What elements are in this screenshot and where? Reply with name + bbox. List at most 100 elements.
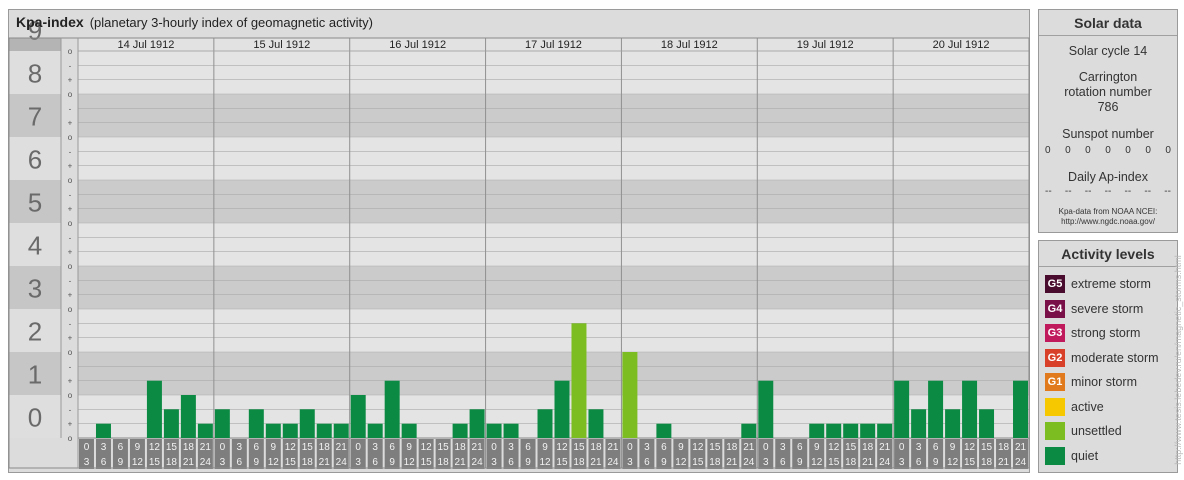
activity-label: extreme storm	[1071, 277, 1151, 291]
date-label: 16 Jul 1912	[389, 39, 446, 51]
hour-end-label: 15	[149, 457, 161, 468]
hour-start-label: 18	[319, 442, 331, 453]
hour-start-label: 21	[1015, 442, 1027, 453]
activity-level-row: quiet	[1045, 446, 1098, 466]
activity-label: unsettled	[1071, 424, 1122, 438]
activity-label: quiet	[1071, 448, 1099, 463]
activity-swatch	[1045, 422, 1065, 440]
hour-start-label: 9	[814, 442, 820, 453]
y-tick-label: 5	[28, 188, 42, 218]
y-minor-mark: o	[68, 176, 73, 185]
hour-start-label: 3	[237, 442, 243, 453]
kp-bar	[945, 409, 961, 438]
y-tick-label: 6	[28, 145, 42, 175]
hour-start-label: 21	[336, 442, 348, 453]
hour-end-label: 21	[726, 457, 738, 468]
y-minor-mark: o	[68, 305, 73, 314]
hour-end-label: 6	[237, 457, 243, 468]
kpa-chart: 0123456789o+-o+-o+-o+-o+-o+-o+-o+-o+-o14…	[8, 16, 1030, 469]
kp-bar	[962, 380, 978, 438]
plot-band	[78, 352, 1029, 395]
plot-band	[78, 94, 1029, 137]
hour-start-label: 0	[491, 442, 497, 453]
hour-end-label: 15	[421, 457, 433, 468]
kp-bar	[979, 409, 995, 438]
kp-bar	[486, 423, 502, 438]
ap-index-value: --	[1164, 186, 1171, 197]
kp-bar	[860, 423, 876, 438]
plot-band	[78, 51, 1029, 94]
hour-end-label: 18	[573, 457, 585, 468]
hour-end-label: 24	[200, 457, 212, 468]
activity-swatch	[1045, 397, 1065, 416]
y-minor-mark: -	[69, 104, 72, 113]
y-minor-mark: -	[69, 233, 72, 242]
kp-bar	[367, 423, 383, 438]
hour-end-label: 18	[302, 457, 314, 468]
hour-start-label: 21	[200, 442, 212, 453]
kp-bar	[843, 423, 859, 438]
hour-start-label: 18	[998, 442, 1010, 453]
ap-index-value: --	[1104, 186, 1112, 197]
sunspot-label: Sunspot number	[1062, 127, 1154, 141]
hour-start-label: 18	[862, 442, 874, 453]
solar-cycle: Solar cycle 14	[1068, 44, 1148, 58]
sunspot-value: 0	[1045, 145, 1051, 156]
activity-swatch: G5	[1045, 275, 1065, 293]
hour-end-label: 6	[916, 457, 922, 468]
activity-levels-panel: Activity levels G5 extreme storm G4 severe …	[1038, 240, 1178, 473]
hour-start-label: 6	[118, 442, 124, 453]
y-tick-label: 0	[28, 403, 42, 433]
plot-band	[78, 137, 1029, 180]
solar-data-panel: Solar data Solar cycle 14 Carrington rot…	[1038, 9, 1178, 233]
y-minor-mark: o	[68, 391, 73, 400]
sunspot-value: 0	[1085, 145, 1091, 156]
kp-bar	[248, 409, 264, 438]
hour-end-label: 24	[607, 457, 619, 468]
sunspot-value: 0	[1165, 145, 1171, 156]
watermark: http://www.tesis.lebedev.ru/en/magnetic_…	[1173, 250, 1183, 470]
hour-end-label: 9	[797, 457, 803, 468]
ap-index-value: --	[1084, 186, 1092, 197]
hour-end-label: 21	[998, 457, 1010, 468]
kp-bar	[316, 423, 332, 438]
hour-start-label: 6	[797, 442, 803, 453]
sunspot-value: 0	[1105, 145, 1111, 156]
date-label: 14 Jul 1912	[117, 39, 174, 51]
hour-end-label: 21	[183, 457, 195, 468]
hour-end-label: 12	[132, 457, 144, 468]
chart-subtitle: (planetary 3-hourly index of geomagnetic…	[89, 15, 373, 30]
sunspot-value: 0	[1125, 145, 1131, 156]
hour-start-label: 6	[933, 442, 939, 453]
y-minor-mark: -	[69, 362, 72, 371]
hour-end-label: 3	[763, 457, 769, 468]
hour-start-label: 15	[981, 442, 993, 453]
plot-band	[78, 266, 1029, 309]
hour-end-label: 21	[590, 457, 602, 468]
activity-level-row: G5 extreme storm	[1045, 274, 1151, 294]
y-minor-mark: +	[68, 420, 73, 429]
hour-end-label: 15	[964, 457, 976, 468]
kp-bar	[214, 409, 230, 438]
carrington-rotation: Carrington rotation number 786	[1064, 70, 1152, 114]
y-tick-label: 1	[28, 360, 42, 390]
hour-end-label: 3	[899, 457, 905, 468]
hour-start-label: 12	[421, 442, 433, 453]
y-minor-mark: -	[69, 276, 72, 285]
hour-start-label: 12	[285, 442, 297, 453]
hour-end-label: 6	[508, 457, 514, 468]
date-label: 15 Jul 1912	[253, 39, 310, 51]
kp-bar	[163, 409, 179, 438]
hour-start-label: 3	[101, 442, 107, 453]
hour-end-label: 6	[372, 457, 378, 468]
hour-end-label: 18	[845, 457, 857, 468]
activity-level-row: active	[1045, 397, 1104, 417]
activity-swatch: G2	[1045, 348, 1065, 367]
ap-index-value: --	[1144, 186, 1152, 197]
kp-bar	[350, 395, 366, 438]
hour-start-label: 21	[472, 442, 484, 453]
hour-start-label: 3	[372, 442, 378, 453]
kp-bar	[333, 423, 349, 438]
hour-end-label: 6	[780, 457, 786, 468]
activity-levels-heading: Activity levels	[1039, 241, 1177, 267]
